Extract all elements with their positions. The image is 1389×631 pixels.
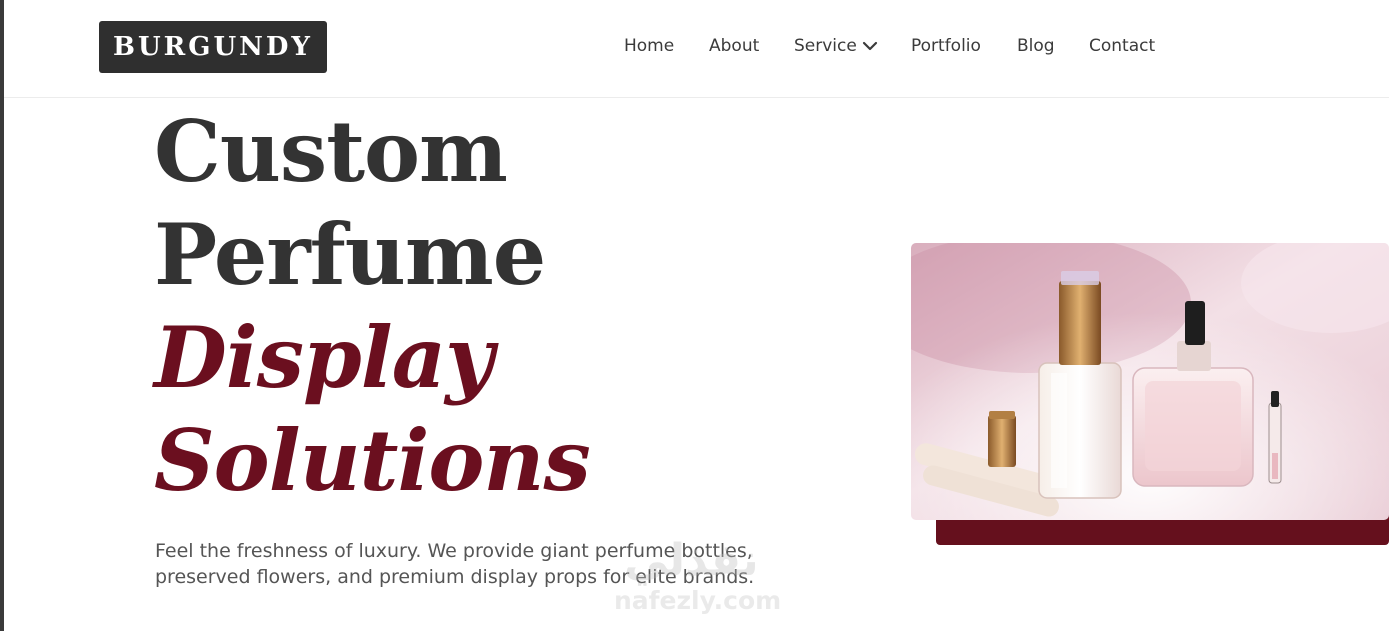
- nafezly-watermark: نفذلي nafezly.com: [614, 536, 781, 616]
- nav-service-dropdown[interactable]: Service: [794, 36, 878, 56]
- nav-blog-link[interactable]: Blog: [1017, 36, 1055, 56]
- nav-about-link[interactable]: About: [709, 36, 759, 56]
- nav-service-label: Service: [794, 36, 857, 56]
- nav-portfolio-link[interactable]: Portfolio: [911, 36, 981, 56]
- site-header: BURGUNDY Home About Service Portfolio Bl…: [4, 0, 1389, 98]
- hero-title-line-4: Solutions: [154, 411, 591, 510]
- watermark-arabic-text: نفذلي: [624, 535, 759, 586]
- brand-logo[interactable]: BURGUNDY: [99, 21, 327, 73]
- nav-home-link[interactable]: Home: [624, 36, 674, 56]
- watermark-latin-text: nafezly.com: [614, 586, 782, 615]
- perfume-bottles-image: [911, 243, 1389, 520]
- hero-title-line-1: Custom: [154, 102, 508, 201]
- nav-contact-link[interactable]: Contact: [1089, 36, 1155, 56]
- hero-title: Custom Perfume Display Solutions: [154, 100, 591, 512]
- chevron-down-icon: [862, 41, 877, 51]
- hero-title-line-2: Perfume: [154, 205, 546, 304]
- hero-title-line-3: Display: [154, 308, 494, 407]
